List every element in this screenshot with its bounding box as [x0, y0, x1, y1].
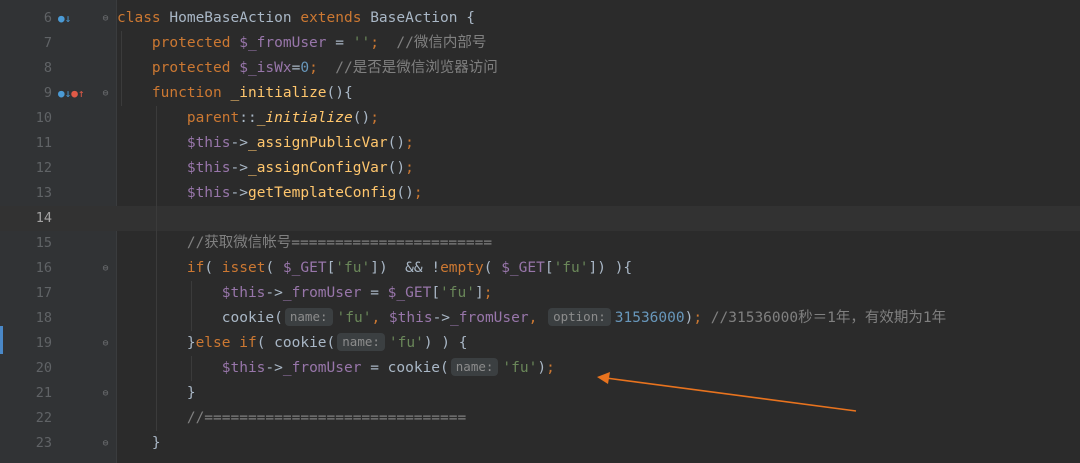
arrow-head [597, 372, 610, 384]
annotation-arrow [597, 372, 857, 412]
code-editor[interactable]: 6 ●↓ ⊖ class HomeBaseAction extends BaseAct… [0, 0, 1080, 463]
arrow-shaft [605, 377, 857, 412]
